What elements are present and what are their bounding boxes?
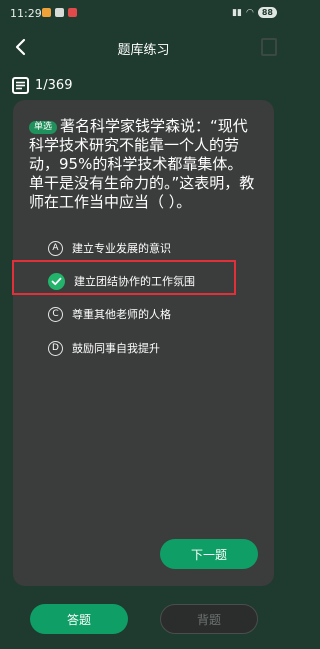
status-icons: ▮▮ ◠ 88 (232, 7, 277, 18)
option-text: 鼓励同事自我提升 (72, 342, 160, 355)
option-c[interactable]: C 尊重其他老师的人格 (48, 303, 171, 325)
signal-icon: ▮▮ (232, 7, 242, 18)
notification-app-icon (68, 8, 77, 17)
option-letter: D (48, 340, 63, 356)
page-title: 题库练习 (117, 43, 170, 58)
option-a[interactable]: A 建立专业发展的意识 (48, 237, 171, 259)
progress-counter: 1/369 (35, 77, 73, 93)
option-text: 尊重其他老师的人格 (72, 308, 171, 321)
battery-icon: 88 (257, 7, 277, 18)
question-text: 著名科学家钱学森说：“现代科学技术研究不能靠一个人的劳动，95%的科学技术都靠集… (29, 117, 255, 211)
answer-mode-button[interactable]: 答题 (30, 604, 128, 634)
option-letter: A (48, 240, 63, 256)
recite-mode-button[interactable]: 背题 (160, 604, 258, 634)
wifi-icon: ◠ (246, 7, 254, 18)
question-text-block: 单选 著名科学家钱学森说：“现代科学技术研究不能靠一个人的劳动，95%的科学技术都… (29, 117, 257, 212)
question-progress: 1/369 (12, 75, 72, 95)
check-circle-icon (48, 272, 65, 290)
option-text: 建立团结协作的工作氛围 (74, 275, 195, 288)
notification-app-icon (42, 8, 51, 17)
next-question-button[interactable]: 下一题 (160, 539, 258, 569)
status-bar: 11:29 ▮▮ ◠ 88 (0, 0, 287, 30)
option-letter: C (48, 306, 63, 322)
notification-app-icon (55, 8, 64, 17)
question-type-badge: 单选 (29, 121, 58, 134)
option-b[interactable]: 建立团结协作的工作氛围 (48, 270, 195, 292)
option-d[interactable]: D 鼓励同事自我提升 (48, 337, 160, 359)
document-icon (12, 76, 29, 94)
header: 题库练习 (0, 30, 287, 66)
answer-sheet-icon[interactable] (261, 38, 277, 56)
status-time: 11:29 (10, 7, 42, 20)
option-text: 建立专业发展的意识 (72, 242, 171, 255)
